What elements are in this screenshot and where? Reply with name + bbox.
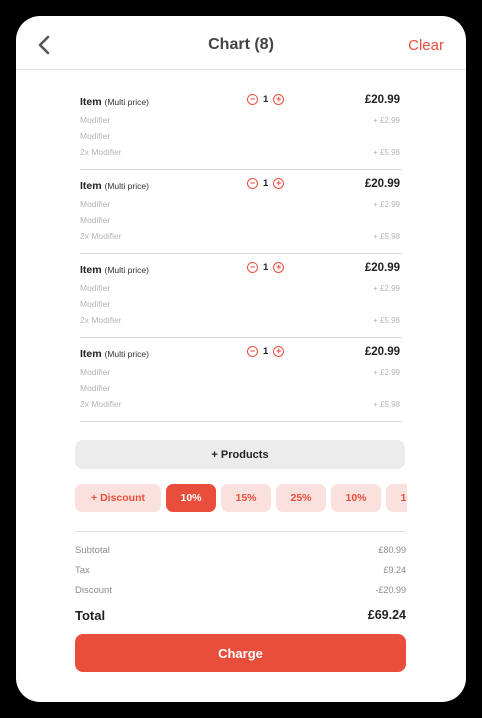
modifier-label: Modifier [80,299,111,309]
add-products-button[interactable]: + Products [75,440,405,469]
quantity-stepper: − 1 + [247,178,285,189]
tax-row: Tax £9.24 [75,565,406,576]
discount-option[interactable]: 15% [221,484,271,512]
cart-item: Item (Multi price) − 1 + £20.99 Modifier +… [80,338,402,422]
item-variant: (Multi price) [104,265,149,275]
page-title: Chart (8) [208,36,274,53]
quantity-value: 1 [263,262,269,273]
modifier-label: Modifier [80,367,111,377]
discount-option[interactable]: 10% [166,484,216,512]
item-price: £20.99 [364,94,400,106]
cart-items-list: Item (Multi price) − 1 + £20.99 Modifier +… [80,86,402,422]
item-price: £20.99 [364,262,400,274]
plus-circle-icon[interactable]: + [273,346,285,357]
tax-value: £9.24 [383,565,406,575]
modifier-label: 2x Modifier [80,231,122,241]
item-name: Item (Multi price) [80,180,149,192]
item-price: £20.99 [364,346,400,358]
discount-value: -£20.99 [375,585,406,595]
modifier-label: Modifier [80,131,111,141]
plus-circle-icon[interactable]: + [273,94,285,105]
summary-divider [75,531,406,532]
minus-circle-icon[interactable]: − [247,346,258,357]
modifier-label: Modifier [80,283,111,293]
item-variant: (Multi price) [104,181,149,191]
charge-button[interactable]: Charge [75,634,406,672]
item-name: Item (Multi price) [80,96,149,108]
item-price: £20.99 [364,178,400,190]
item-variant: (Multi price) [104,349,149,359]
modifier-price: + £2.99 [373,368,400,377]
modifier-price: + £5.98 [373,232,400,241]
clear-button[interactable]: Clear [408,37,444,54]
cart-screen: Chart (8) Clear Item (Multi price) − 1 +… [16,16,466,702]
modifier-price: + £5.98 [373,148,400,157]
total-row: Total £69.24 [75,608,406,623]
subtotal-label: Subtotal [75,545,110,556]
modifier-price: + £2.99 [373,284,400,293]
header-bar: Chart (8) Clear [16,16,466,70]
discount-option[interactable]: 25% [276,484,326,512]
cart-item: Item (Multi price) − 1 + £20.99 Modifier +… [80,254,402,338]
modifier-label: 2x Modifier [80,399,122,409]
item-variant: (Multi price) [104,97,149,107]
modifier-label: 2x Modifier [80,315,122,325]
modifier-price: + £2.99 [373,116,400,125]
quantity-value: 1 [263,178,269,189]
cart-item: Item (Multi price) − 1 + £20.99 Modifier +… [80,86,402,170]
minus-circle-icon[interactable]: − [247,94,258,105]
modifier-label: 2x Modifier [80,147,122,157]
discount-option[interactable]: 10% [331,484,381,512]
discount-options: + Discount 10%15%25%10%10% [75,484,407,514]
minus-circle-icon[interactable]: − [247,262,258,273]
plus-circle-icon[interactable]: + [273,262,285,273]
item-name: Item (Multi price) [80,348,149,360]
item-name: Item (Multi price) [80,264,149,276]
quantity-value: 1 [263,346,269,357]
plus-circle-icon[interactable]: + [273,178,285,189]
quantity-stepper: − 1 + [247,94,285,105]
modifier-label: Modifier [80,383,111,393]
modifier-label: Modifier [80,115,111,125]
modifier-label: Modifier [80,215,111,225]
add-discount-button[interactable]: + Discount [75,484,161,512]
modifier-price: + £2.99 [373,200,400,209]
tax-label: Tax [75,565,90,576]
quantity-stepper: − 1 + [247,262,285,273]
quantity-value: 1 [263,94,269,105]
discount-row: Discount -£20.99 [75,585,406,596]
subtotal-value: £80.99 [378,545,406,555]
minus-circle-icon[interactable]: − [247,178,258,189]
total-value: £69.24 [367,608,406,622]
cart-item: Item (Multi price) − 1 + £20.99 Modifier +… [80,170,402,254]
modifier-price: + £5.98 [373,316,400,325]
modifier-price: + £5.98 [373,400,400,409]
discount-label: Discount [75,585,112,596]
discount-option[interactable]: 10% [386,484,407,512]
total-label: Total [75,608,106,623]
modifier-label: Modifier [80,199,111,209]
subtotal-row: Subtotal £80.99 [75,545,406,556]
quantity-stepper: − 1 + [247,346,285,357]
